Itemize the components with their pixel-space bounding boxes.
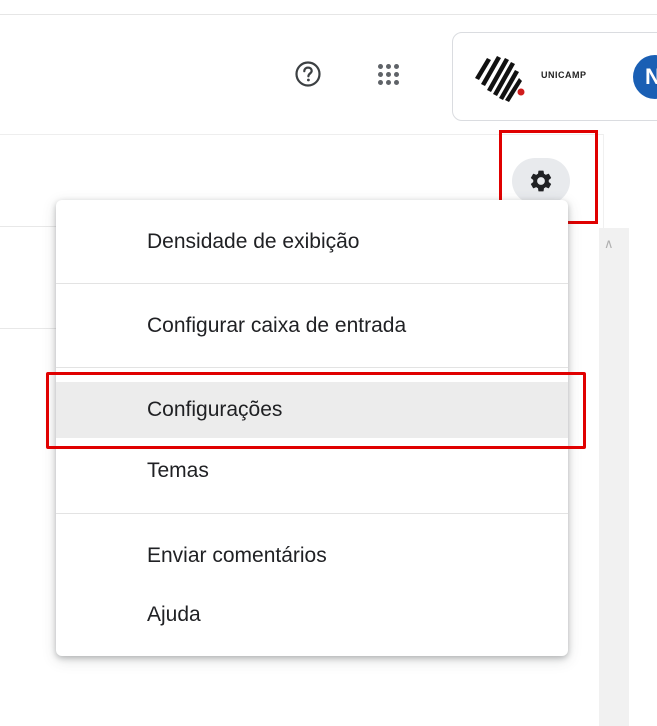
list-row-divider [0,328,60,329]
account-chip[interactable]: UNICAMP N [452,32,657,121]
scrollbar[interactable] [599,228,629,726]
menu-item-label: Densidade de exibição [147,230,360,253]
menu-item-label: Temas [147,459,209,482]
unicamp-logo-text: UNICAMP [541,70,587,80]
menu-item-label: Ajuda [147,603,201,626]
help-button[interactable] [288,54,328,94]
top-divider [0,14,657,15]
menu-item-help[interactable]: Ajuda [56,587,568,643]
list-row-divider [0,226,60,227]
menu-item-display-density[interactable]: Densidade de exibição [56,214,568,270]
google-apps-button[interactable] [368,54,408,94]
avatar[interactable]: N [633,55,657,99]
menu-divider [56,283,568,284]
help-circle-icon [295,61,321,87]
scroll-up-arrow-icon[interactable]: ∧ [604,236,614,252]
menu-divider [56,513,568,514]
menu-item-themes[interactable]: Temas [56,443,568,499]
menu-item-label: Enviar comentários [147,544,327,567]
menu-item-label: Configurar caixa de entrada [147,314,407,337]
menu-item-configure-inbox[interactable]: Configurar caixa de entrada [56,298,568,354]
settings-item-highlight [46,372,586,449]
menu-divider [56,367,568,368]
apps-grid-icon [377,63,399,85]
unicamp-logo-icon [475,56,525,102]
menu-item-send-feedback[interactable]: Enviar comentários [56,528,568,584]
